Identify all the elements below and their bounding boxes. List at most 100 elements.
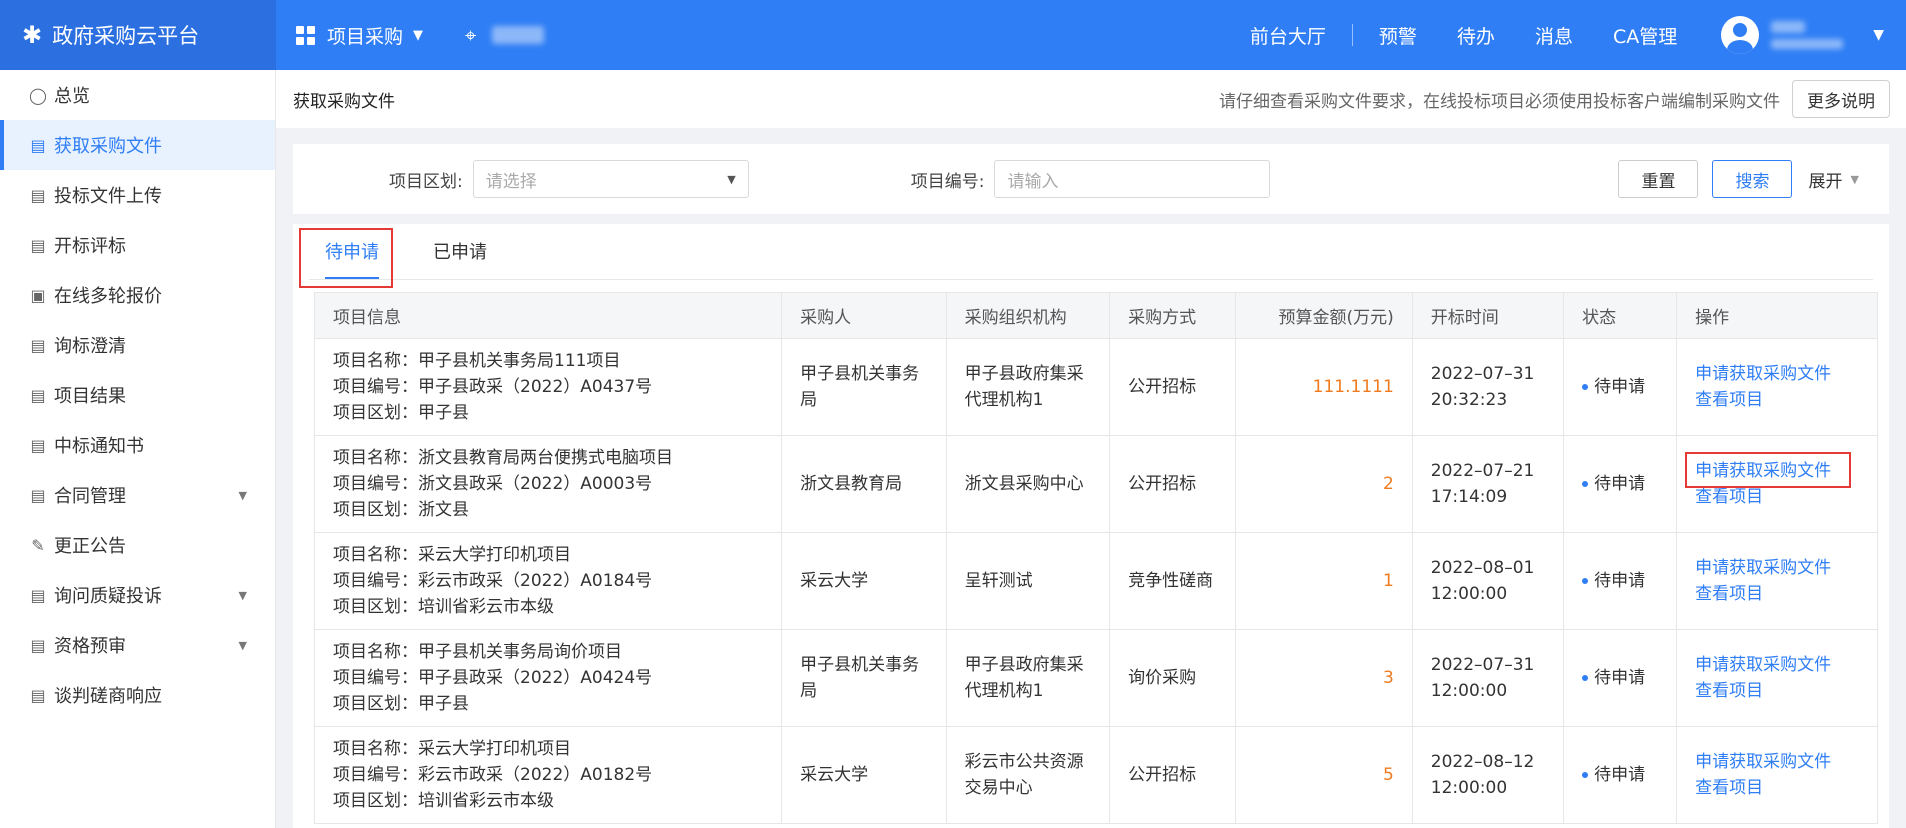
highlight-box-tab (299, 228, 393, 288)
action-cell: 申请获取采购文件 查看项目 (1676, 629, 1878, 727)
view-project-link[interactable]: 查看项目 (1695, 387, 1859, 413)
sidebar-item-clarification[interactable]: ▤ 询标澄清 (0, 320, 275, 370)
search-button[interactable]: 搜索 (1712, 160, 1793, 198)
buyer-cell: 采云大学 (781, 726, 947, 824)
sidebar-item-label: 中标通知书 (54, 436, 144, 457)
agency-cell: 甲子县政府集采代理机构1 (945, 338, 1111, 436)
col-header-budget: 预算金额(万元) (1235, 292, 1413, 339)
open-date: 2022–07–21 (1430, 461, 1535, 481)
status-cell: 待申请 (1563, 532, 1678, 630)
agency-cell: 浙文县采购中心 (945, 435, 1111, 533)
open-date: 2022–07–31 (1430, 364, 1535, 384)
sidebar-item-award-notice[interactable]: ▤ 中标通知书 (0, 420, 275, 470)
filter-bar: 项目区划: 请选择 ▼ 项目编号: 请输入 重置 搜索 展开 ▼ (293, 144, 1889, 214)
budget-cell: 5 (1235, 726, 1413, 824)
project-code: 项目编号：彩云市政采（2022）A0182号 (333, 765, 653, 785)
sidebar-item-label: 在线多轮报价 (54, 286, 162, 307)
nav-messages[interactable]: 消息 (1535, 22, 1573, 49)
buyer-cell: 采云大学 (781, 532, 947, 630)
sidebar-item-label: 询标澄清 (54, 336, 126, 357)
project-purchase-menu[interactable]: 项目采购 ▼ (296, 22, 423, 49)
apply-docs-link[interactable]: 申请获取采购文件 (1695, 652, 1859, 678)
agency-cell: 彩云市公共资源交易中心 (945, 726, 1111, 824)
view-project-link[interactable]: 查看项目 (1695, 678, 1859, 704)
method-cell: 公开招标 (1109, 435, 1237, 533)
sidebar-item-label: 项目结果 (54, 386, 126, 407)
method-cell: 公开招标 (1109, 726, 1237, 824)
project-region: 项目区划：培训省彩云市本级 (333, 791, 554, 811)
budget-cell: 3 (1235, 629, 1413, 727)
view-project-link[interactable]: 查看项目 (1695, 775, 1859, 801)
tab-applied[interactable]: 已申请 (423, 223, 497, 279)
col-header-buyer: 采购人 (781, 292, 947, 339)
caret-down-icon: ▼ (727, 172, 736, 186)
action-cell: 申请获取采购文件 查看项目 (1676, 435, 1878, 533)
apply-docs-link[interactable]: 申请获取采购文件 (1695, 361, 1859, 387)
status-dot-icon (1582, 384, 1589, 390)
sidebar-item-negotiation[interactable]: ▤ 谈判磋商响应 (0, 670, 275, 720)
code-input[interactable]: 请输入 (994, 160, 1271, 198)
sidebar-item-results[interactable]: ▤ 项目结果 (0, 370, 275, 420)
apply-docs-link[interactable]: 申请获取采购文件 (1695, 555, 1859, 581)
status-dot-icon (1582, 578, 1589, 584)
method-cell: 公开招标 (1109, 338, 1237, 436)
document-icon: ▤ (30, 235, 46, 255)
sidebar-item-contract[interactable]: ▤ 合同管理 ▼ (0, 470, 275, 520)
table-header-row: 项目信息 采购人 采购组织机构 采购方式 预算金额(万元) 开标时间 状态 操作 (313, 292, 1878, 339)
brand[interactable]: ✱ 政府采购云平台 (0, 0, 276, 70)
open-date: 2022–08–12 (1430, 752, 1535, 772)
project-name: 项目名称：甲子县机关事务局询价项目 (333, 642, 622, 662)
nav-front-hall[interactable]: 前台大厅 (1250, 22, 1326, 49)
chevron-down-icon: ▼ (238, 588, 247, 602)
sidebar-item-correction[interactable]: ✎ 更正公告 (0, 520, 275, 570)
sidebar-item-complaints[interactable]: ▤ 询问质疑投诉 ▼ (0, 570, 275, 620)
project-name: 项目名称：采云大学打印机项目 (333, 739, 571, 759)
apply-docs-link[interactable]: 申请获取采购文件 (1695, 749, 1859, 775)
expand-toggle[interactable]: 展开 ▼ (1808, 167, 1858, 192)
buyer-cell: 甲子县机关事务局 (781, 629, 947, 727)
sidebar-item-overview[interactable]: ◯ 总览 (0, 70, 275, 120)
budget-cell: 2 (1235, 435, 1413, 533)
page-notice: 请仔细查看采购文件要求，在线投标项目必须使用投标客户端编制采购文件 (1219, 91, 1780, 112)
edit-icon: ✎ (31, 535, 45, 555)
page-header: 获取采购文件 请仔细查看采购文件要求，在线投标项目必须使用投标客户端编制采购文件… (276, 70, 1906, 128)
table-row: 项目名称：浙文县教育局两台便携式电脑项目 项目编号：浙文县政采（2022）A000… (313, 435, 1878, 533)
nav-divider (1351, 24, 1353, 46)
more-info-button[interactable]: 更多说明 (1792, 80, 1890, 118)
method-cell: 竞争性磋商 (1109, 532, 1237, 630)
location-selector[interactable]: ⌖ (465, 23, 545, 47)
sidebar-item-online-quote[interactable]: ▣ 在线多轮报价 (0, 270, 275, 320)
contract-icon: ▤ (30, 485, 46, 505)
document-edit-icon: ▤ (30, 135, 46, 155)
location-pin-icon: ⌖ (465, 23, 477, 47)
user-menu[interactable]: ▼ (1721, 16, 1884, 54)
nav-ca-management[interactable]: CA管理 (1613, 22, 1677, 49)
status-text: 待申请 (1594, 765, 1646, 785)
open-time-cell: 2022–08–12 12:00:00 (1411, 726, 1565, 824)
status-text: 待申请 (1594, 377, 1646, 397)
action-cell: 申请获取采购文件 查看项目 (1676, 726, 1878, 824)
sidebar-item-bid-opening[interactable]: ▤ 开标评标 (0, 220, 275, 270)
reset-button[interactable]: 重置 (1618, 160, 1699, 198)
project-region: 项目区划：甲子县 (333, 694, 469, 714)
sidebar-item-bid-upload[interactable]: ▤ 投标文件上传 (0, 170, 275, 220)
highlight-box-action (1685, 452, 1852, 488)
nav-warning[interactable]: 预警 (1379, 22, 1417, 49)
avatar (1721, 16, 1760, 54)
open-clock: 20:32:23 (1430, 390, 1508, 410)
agency-cell: 呈轩测试 (945, 532, 1111, 630)
region-select[interactable]: 请选择 ▼ (472, 160, 749, 198)
project-code: 项目编号：浙文县政采（2022）A0003号 (333, 474, 653, 494)
sidebar-item-label: 获取采购文件 (54, 136, 162, 157)
view-project-link[interactable]: 查看项目 (1695, 581, 1859, 607)
sidebar-item-prequal[interactable]: ▤ 资格预审 ▼ (0, 620, 275, 670)
project-menu-label: 项目采购 (327, 25, 404, 48)
buyer-cell: 浙文县教育局 (781, 435, 947, 533)
table-row: 项目名称：采云大学打印机项目项目编号：彩云市政采（2022）A0182号 项目区划… (313, 726, 1878, 824)
status-dot-icon (1582, 481, 1589, 487)
sidebar-item-label: 谈判磋商响应 (54, 686, 162, 707)
sidebar-item-get-docs[interactable]: ▤ 获取采购文件 (0, 120, 275, 170)
sidebar: ◯ 总览 ▤ 获取采购文件 ▤ 投标文件上传 ▤ 开标评标 ▣ 在线多轮报价 ▤ 询标澄清 … (0, 70, 276, 828)
nav-todo[interactable]: 待办 (1457, 22, 1495, 49)
table-row: 项目名称：甲子县机关事务局询价项目 项目编号：甲子县政采（2022）A0424号项… (313, 629, 1878, 727)
